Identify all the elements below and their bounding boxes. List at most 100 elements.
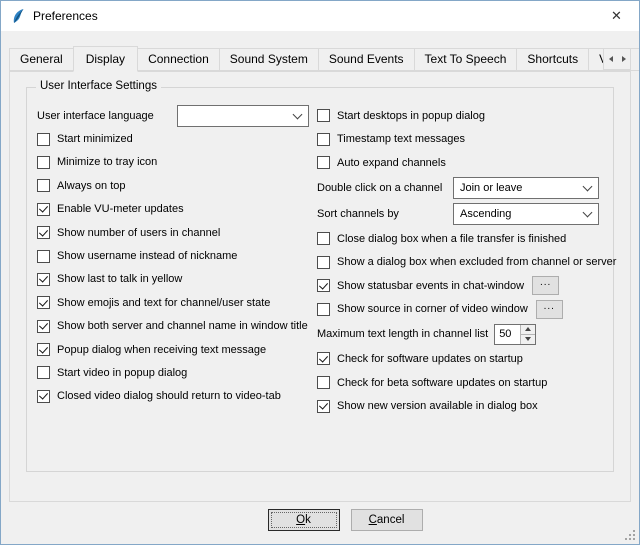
language-select[interactable] — [177, 105, 309, 127]
checkbox-beta-updates[interactable] — [317, 376, 330, 389]
checkbox-show-user-count[interactable] — [37, 226, 50, 239]
checkbox-popup-text-message[interactable] — [37, 343, 50, 356]
app-icon — [10, 8, 26, 24]
checkbox-row-video-source-corner[interactable]: Show source in corner of video window ..… — [317, 298, 603, 322]
checkbox-row-start-video-popup[interactable]: Start video in popup dialog — [37, 361, 317, 384]
checkbox-row-start-minimized[interactable]: Start minimized — [37, 127, 317, 150]
dialog-buttons: Ok Cancel — [26, 509, 640, 531]
double-click-select[interactable]: Join or leave — [453, 177, 599, 199]
checkbox-row-beta-updates[interactable]: Check for beta software updates on start… — [317, 371, 603, 395]
checkbox-row-minimize-to-tray[interactable]: Minimize to tray icon — [37, 151, 317, 174]
checkbox-row-show-user-count[interactable]: Show number of users in channel — [37, 221, 317, 244]
checkbox-minimize-to-tray[interactable] — [37, 156, 50, 169]
checkbox-row-start-desktops-popup[interactable]: Start desktops in popup dialog — [317, 104, 603, 128]
tab-sound-system[interactable]: Sound System — [219, 48, 319, 71]
checkbox-closed-video-return[interactable] — [37, 390, 50, 403]
resize-grip[interactable] — [623, 528, 636, 541]
checkbox-start-minimized[interactable] — [37, 133, 50, 146]
checkbox-row-last-talk-yellow[interactable]: Show last to talk in yellow — [37, 268, 317, 291]
language-row: User interface language — [37, 104, 317, 127]
checkbox-close-file-transfer[interactable] — [317, 232, 330, 245]
window-title: Preferences — [33, 9, 98, 23]
checkbox-row-software-updates[interactable]: Check for software updates on startup — [317, 347, 603, 371]
ok-button[interactable]: Ok — [268, 509, 340, 531]
checkbox-emojis-text-state[interactable] — [37, 296, 50, 309]
checkbox-label: Check for beta software updates on start… — [337, 377, 547, 389]
cancel-button[interactable]: Cancel — [351, 509, 423, 531]
checkbox-label: Show both server and channel name in win… — [57, 320, 308, 332]
checkbox-label: Enable VU-meter updates — [57, 203, 184, 215]
checkbox-start-video-popup[interactable] — [37, 366, 50, 379]
title-bar[interactable]: Preferences ✕ — [1, 1, 639, 31]
checkbox-label: Show a dialog box when excluded from cha… — [337, 256, 616, 268]
checkbox-label: Start minimized — [57, 133, 133, 145]
spin-up-icon — [525, 327, 531, 331]
checkbox-row-close-file-transfer[interactable]: Close dialog box when a file transfer is… — [317, 227, 603, 251]
checkbox-server-channel-title[interactable] — [37, 320, 50, 333]
tab-scroll-right-icon[interactable] — [617, 49, 630, 69]
checkbox-last-talk-yellow[interactable] — [37, 273, 50, 286]
double-click-row: Double click on a channel Join or leave — [317, 175, 603, 201]
tab-display[interactable]: Display — [73, 46, 138, 72]
checkbox-label: Show last to talk in yellow — [57, 273, 182, 285]
spin-down-button[interactable] — [520, 334, 535, 344]
checkbox-label: Show statusbar events in chat-window — [337, 280, 524, 292]
checkbox-username-instead-nickname[interactable] — [37, 250, 50, 263]
checkbox-row-closed-video-return[interactable]: Closed video dialog should return to vid… — [37, 385, 317, 408]
spinner-buttons — [520, 325, 535, 344]
checkbox-label: Closed video dialog should return to vid… — [57, 390, 281, 402]
checkbox-label: Show new version available in dialog box — [337, 400, 538, 412]
sort-channels-select[interactable]: Ascending — [453, 203, 599, 225]
tab-connection[interactable]: Connection — [137, 48, 220, 71]
sort-channels-label: Sort channels by — [317, 208, 399, 220]
checkbox-row-vu-meter[interactable]: Enable VU-meter updates — [37, 198, 317, 221]
tab-scroll-arrows[interactable] — [603, 48, 631, 70]
checkbox-row-emojis-text-state[interactable]: Show emojis and text for channel/user st… — [37, 291, 317, 314]
checkbox-row-username-instead-nickname[interactable]: Show username instead of nickname — [37, 244, 317, 267]
tab-shortcuts[interactable]: Shortcuts — [516, 48, 589, 71]
checkbox-row-dialog-excluded[interactable]: Show a dialog box when excluded from cha… — [317, 250, 603, 274]
max-text-length-row: Maximum text length in channel list 50 — [317, 321, 603, 347]
max-text-length-spinner[interactable]: 50 — [494, 324, 536, 345]
checkbox-new-version-dialog[interactable] — [317, 400, 330, 413]
checkbox-label: Auto expand channels — [337, 157, 446, 169]
checkbox-row-new-version-dialog[interactable]: Show new version available in dialog box — [317, 394, 603, 418]
checkbox-statusbar-events[interactable] — [317, 279, 330, 292]
checkbox-video-source-corner[interactable] — [317, 303, 330, 316]
user-interface-settings-group: User Interface Settings User interface l… — [26, 87, 614, 472]
checkbox-label: Show source in corner of video window — [337, 303, 528, 315]
statusbar-events-more-button[interactable]: ... — [532, 276, 559, 295]
checkbox-software-updates[interactable] — [317, 352, 330, 365]
checkbox-start-desktops-popup[interactable] — [317, 109, 330, 122]
checkbox-vu-meter[interactable] — [37, 203, 50, 216]
checkbox-timestamp-messages[interactable] — [317, 133, 330, 146]
checkbox-row-auto-expand-channels[interactable]: Auto expand channels — [317, 151, 603, 175]
checkbox-row-timestamp-messages[interactable]: Timestamp text messages — [317, 128, 603, 152]
tab-sound-events[interactable]: Sound Events — [318, 48, 415, 71]
checkbox-row-server-channel-title[interactable]: Show both server and channel name in win… — [37, 315, 317, 338]
checkbox-label: Show number of users in channel — [57, 227, 220, 239]
checkbox-label: Timestamp text messages — [337, 133, 465, 145]
tab-text-to-speech[interactable]: Text To Speech — [414, 48, 518, 71]
checkbox-label: Show emojis and text for channel/user st… — [57, 297, 270, 309]
cancel-label-rest: ancel — [377, 514, 405, 526]
tab-general[interactable]: General — [9, 48, 74, 71]
tab-scroll-left-icon[interactable] — [604, 49, 617, 69]
group-title: User Interface Settings — [36, 80, 161, 92]
sort-channels-select-value: Ascending — [460, 208, 511, 220]
spin-up-button[interactable] — [520, 325, 535, 334]
checkbox-always-on-top[interactable] — [37, 179, 50, 192]
ok-label-accel: O — [296, 514, 305, 526]
close-icon: ✕ — [611, 8, 622, 24]
checkbox-row-statusbar-events[interactable]: Show statusbar events in chat-window ... — [317, 274, 603, 298]
checkbox-auto-expand-channels[interactable] — [317, 156, 330, 169]
chevron-down-icon — [583, 181, 593, 191]
checkbox-dialog-excluded[interactable] — [317, 256, 330, 269]
video-source-more-button[interactable]: ... — [536, 300, 563, 319]
checkbox-label: Always on top — [57, 180, 125, 192]
preferences-dialog: Preferences ✕ General Display Connection… — [0, 0, 640, 545]
ok-label-rest: k — [305, 514, 311, 526]
close-button[interactable]: ✕ — [594, 1, 639, 31]
checkbox-row-always-on-top[interactable]: Always on top — [37, 174, 317, 197]
checkbox-row-popup-text-message[interactable]: Popup dialog when receiving text message — [37, 338, 317, 361]
